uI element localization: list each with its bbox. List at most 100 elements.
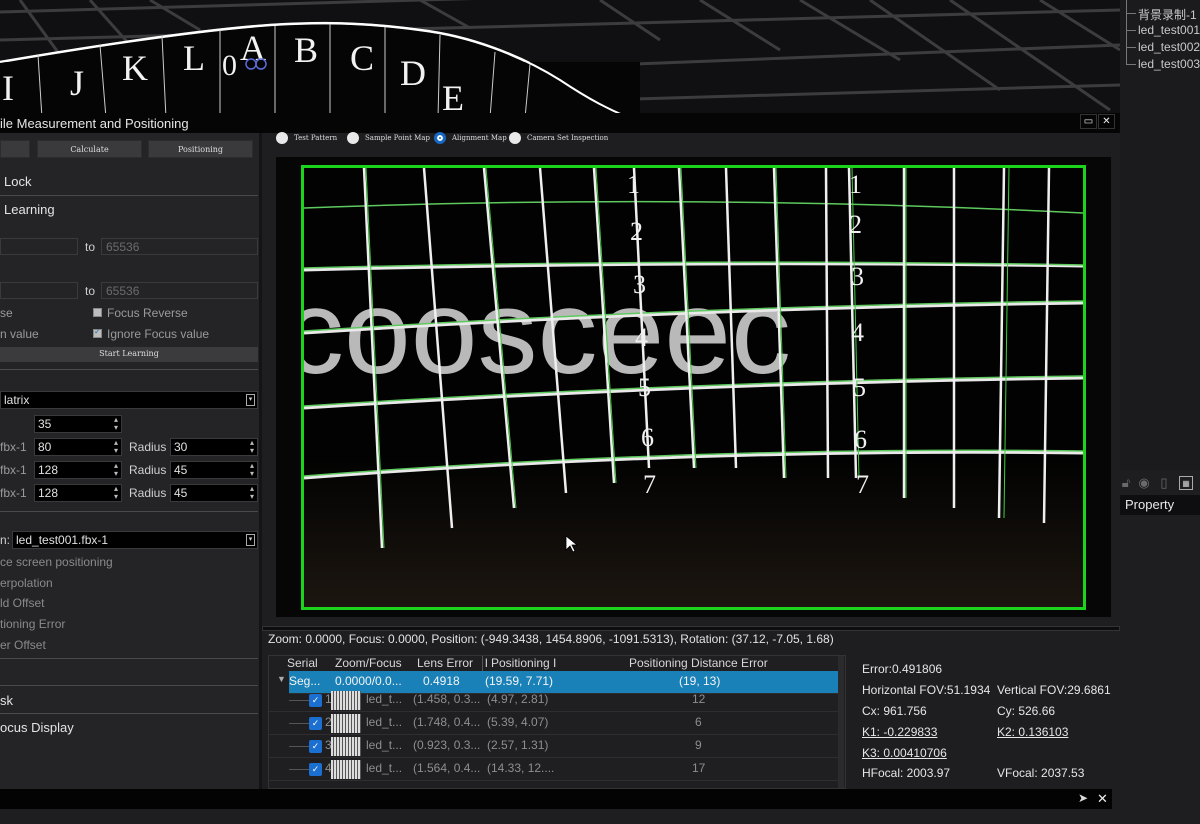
range2-from-input[interactable] bbox=[0, 282, 78, 299]
horizontal-scrollbar[interactable] bbox=[262, 626, 1120, 631]
calculate-button[interactable]: Calculate bbox=[37, 140, 142, 158]
focus-reverse-label[interactable]: Focus Reverse bbox=[107, 306, 188, 320]
cell-lens: (1.748, 0.4... bbox=[413, 715, 481, 729]
section-learning[interactable]: Learning bbox=[4, 202, 55, 217]
cell-distance: 17 bbox=[692, 761, 706, 775]
spin-arrows-icon[interactable]: ▴ ▾ bbox=[114, 462, 118, 478]
clipboard-icon[interactable]: ▯ bbox=[1157, 476, 1171, 490]
option-interpolation[interactable]: erpolation bbox=[0, 576, 53, 590]
table-row[interactable]: ✓ 2 led_t... (1.748, 0.4... (5.39, 4.07)… bbox=[269, 712, 841, 735]
column-number: 6 bbox=[854, 425, 867, 454]
row-checkbox[interactable]: ✓ bbox=[309, 763, 322, 776]
option-positioning-error[interactable]: tioning Error bbox=[0, 617, 65, 631]
ignore-focus-checkbox[interactable] bbox=[93, 327, 102, 338]
section-mask[interactable]: sk bbox=[0, 693, 13, 708]
screen-combo[interactable]: led_test001.fbx-1 ▾ bbox=[12, 531, 258, 549]
column-header-serial[interactable]: Serial bbox=[287, 656, 318, 672]
spin-arrows-icon[interactable]: ▴ ▾ bbox=[114, 485, 118, 501]
table-row[interactable]: ✓ 4 led_t... (1.564, 0.4... (14.33, 12..… bbox=[269, 758, 841, 781]
tree-item[interactable]: led_test002 bbox=[1138, 40, 1200, 54]
cell-positioning: (19.59, 7.71) bbox=[485, 674, 554, 688]
alignment-frame[interactable]: coosceec 1 2 3 4 5 6 7 1 2 3 4 5 6 7 bbox=[301, 165, 1086, 610]
spin-arrows-icon[interactable]: ▴ ▾ bbox=[250, 439, 254, 455]
chevron-down-icon[interactable]: ▾ bbox=[246, 534, 255, 546]
tree-item[interactable]: led_test003 bbox=[1138, 57, 1200, 71]
send-icon[interactable]: ➤ bbox=[1078, 791, 1088, 805]
tab-property[interactable]: Property bbox=[1119, 495, 1200, 515]
column-number: 5 bbox=[638, 373, 651, 402]
spin-arrows-icon[interactable]: ▴ ▾ bbox=[114, 416, 118, 432]
restore-button[interactable]: ▭ bbox=[1080, 114, 1097, 129]
value-spinbox[interactable]: 128 ▴ ▾ bbox=[34, 461, 122, 479]
radio-camera-set-inspection[interactable]: Camera Set Inspection bbox=[509, 132, 608, 144]
zoom-reverse-label[interactable]: se bbox=[0, 306, 13, 320]
section-focus-display[interactable]: ocus Display bbox=[0, 720, 74, 735]
radio-sample-point-map[interactable]: Sample Point Map bbox=[347, 132, 430, 144]
column-number: 3 bbox=[633, 270, 646, 299]
radius-spinbox[interactable]: 45 ▴ ▾ bbox=[170, 484, 258, 502]
horizontal-fov: Horizontal FOV:51.1934 bbox=[862, 683, 991, 697]
ignore-focus-label[interactable]: Ignore Focus value bbox=[107, 327, 209, 341]
option-field-offset[interactable]: ld Offset bbox=[0, 596, 44, 610]
radio-test-pattern[interactable]: Test Pattern bbox=[276, 132, 337, 144]
toolbar-button[interactable] bbox=[0, 140, 30, 158]
vertical-fov: Vertical FOV:29.6861 bbox=[997, 683, 1111, 697]
range1-to-input[interactable]: 65536 bbox=[101, 238, 258, 255]
start-learning-button[interactable]: Start Learning bbox=[0, 347, 258, 362]
thumbnail-image bbox=[331, 760, 361, 779]
calculator-icon[interactable]: ▦ bbox=[1179, 476, 1193, 490]
tree-item[interactable]: led_test001 bbox=[1138, 23, 1200, 37]
row-checkbox[interactable]: ✓ bbox=[309, 717, 322, 730]
section-lock[interactable]: Lock bbox=[4, 174, 31, 189]
ruler-letter: B bbox=[294, 30, 318, 70]
tree-item[interactable]: 背景录制-1 bbox=[1138, 6, 1197, 23]
vfocal-value: VFocal: 2037.53 bbox=[997, 766, 1085, 780]
column-header-zoom-focus[interactable]: Zoom/Focus bbox=[335, 656, 402, 672]
table-row[interactable]: ✓ 3 led_t... (0.923, 0.3... (2.57, 1.31)… bbox=[269, 735, 841, 758]
range1-from-input[interactable] bbox=[0, 238, 78, 255]
title-bar: ile Measurement and Positioning ▭ ✕ bbox=[0, 113, 1120, 133]
radio-label: Camera Set Inspection bbox=[527, 134, 609, 142]
radius-label: Radius bbox=[129, 463, 167, 477]
table-row[interactable]: ✓ 1 led_t... (1.458, 0.3... (4.97, 2.81)… bbox=[269, 689, 841, 712]
cell-distance: 9 bbox=[695, 738, 702, 752]
positioning-button[interactable]: Positioning bbox=[148, 140, 253, 158]
expand-arrow-icon[interactable]: ▼ bbox=[277, 674, 286, 684]
command-input-bar[interactable]: ➤ ✕ bbox=[0, 789, 1112, 809]
table-scrollbar[interactable] bbox=[838, 656, 844, 788]
option-screen-positioning[interactable]: ce screen positioning bbox=[0, 555, 113, 569]
ignore-zoom-label[interactable]: n value bbox=[0, 327, 39, 341]
spin-arrows-icon[interactable]: ▴ ▾ bbox=[250, 485, 254, 501]
radius-spinbox[interactable]: 45 ▴ ▾ bbox=[170, 461, 258, 479]
option-other-offset[interactable]: er Offset bbox=[0, 638, 46, 652]
radius-spinbox[interactable]: 30 ▴ ▾ bbox=[170, 438, 258, 456]
screen-combo-value: led_test001.fbx-1 bbox=[16, 533, 109, 547]
spin-arrows-icon[interactable]: ▴ ▾ bbox=[250, 462, 254, 478]
chevron-down-icon[interactable]: ▾ bbox=[246, 394, 255, 406]
close-icon[interactable]: ✕ bbox=[1097, 791, 1108, 807]
3d-viewport[interactable]: I J K L 0 A B C D E bbox=[0, 0, 1120, 118]
row-checkbox[interactable]: ✓ bbox=[309, 694, 322, 707]
lock-icon[interactable]: 🔓︎ bbox=[1119, 476, 1133, 490]
radio-indicator bbox=[276, 132, 288, 144]
value-spinbox[interactable]: 128 ▴ ▾ bbox=[34, 484, 122, 502]
eye-icon[interactable]: ◉ bbox=[1137, 476, 1151, 490]
column-header-positioning[interactable]: l Positioning I bbox=[482, 656, 556, 672]
bottom-strip bbox=[0, 809, 1200, 824]
spin-arrows-icon[interactable]: ▴ ▾ bbox=[114, 439, 118, 455]
count-spinbox[interactable]: 35 ▴ ▾ bbox=[34, 415, 122, 433]
focus-reverse-checkbox[interactable] bbox=[93, 308, 102, 317]
k2-value[interactable]: K2: 0.136103 bbox=[997, 725, 1068, 739]
column-header-lens-error[interactable]: Lens Error bbox=[417, 656, 473, 672]
k3-value[interactable]: K3: 0.00410706 bbox=[862, 746, 947, 760]
column-number: 6 bbox=[641, 423, 654, 452]
value-spinbox[interactable]: 80 ▴ ▾ bbox=[34, 438, 122, 456]
close-button[interactable]: ✕ bbox=[1098, 114, 1115, 129]
row-checkbox[interactable]: ✓ bbox=[309, 740, 322, 753]
range2-to-input[interactable]: 65536 bbox=[101, 282, 258, 299]
column-number: 1 bbox=[627, 170, 640, 199]
radio-alignment-map[interactable]: Alignment Map bbox=[434, 132, 507, 144]
matrix-combo[interactable]: latrix ▾ bbox=[0, 391, 258, 409]
k1-value[interactable]: K1: -0.229833 bbox=[862, 725, 937, 739]
column-header-distance-error[interactable]: Positioning Distance Error bbox=[629, 656, 768, 672]
